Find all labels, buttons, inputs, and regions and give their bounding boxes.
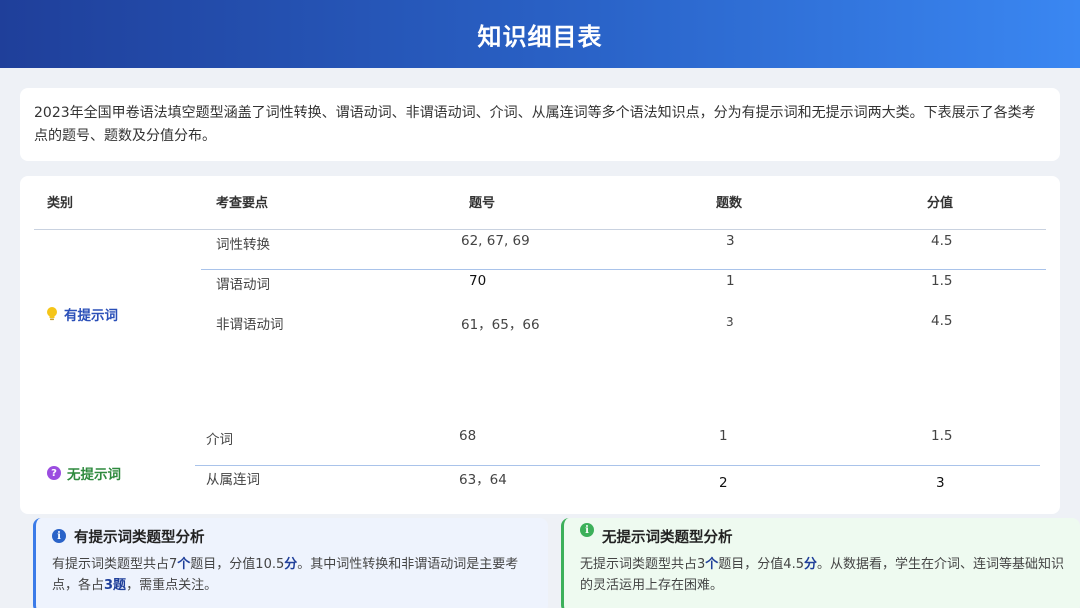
cell-count: 1 [726,273,735,289]
info-icon: i [580,523,594,537]
col-header-score: 分值 [927,196,954,211]
category-nohint-label: 无提示词 [67,467,121,483]
highlight: 3题 [104,578,127,593]
intro-text: 2023年全国甲卷语法填空题型涵盖了词性转换、谓语动词、非谓语动词、介词、从属连… [34,105,1036,144]
text: 题目，分值4.5 [718,557,804,572]
hint-analysis-card: i 有提示词类题型分析 有提示词类题型共占7个题目，分值10.5分。其中词性转换… [33,518,548,608]
cell-numbers: 63，64 [459,472,507,488]
cell-score: 1.5 [931,428,953,444]
text: 题目，分值10.5 [190,557,285,572]
cell-count: 2 [719,475,728,491]
cell-numbers: 61，65，66 [461,317,540,333]
col-header-numbers: 题号 [469,196,496,211]
info-icon: i [52,529,66,543]
nohint-analysis-title: i 无提示词类题型分析 [580,523,1064,546]
cell-count: 1 [719,428,728,444]
cell-point: 词性转换 [216,237,270,253]
cell-point: 非谓语动词 [216,317,284,333]
text: ，需重点关注。 [126,578,218,593]
category-hint: 有提示词 [46,304,118,324]
category-nohint: ? 无提示词 [47,463,121,483]
row-divider [201,269,1046,270]
cell-count: 3 [726,233,735,249]
col-header-count: 题数 [716,196,743,211]
cell-score: 4.5 [931,233,953,249]
highlight: 个 [705,557,719,572]
lightbulb-icon [46,306,58,322]
text: 无提示词类题型共占3 [580,557,706,572]
header-bar: 知识细目表 [0,0,1080,68]
question-icon: ? [47,466,61,480]
highlight: 个 [177,557,191,572]
cell-score: 1.5 [931,273,953,289]
nohint-analysis-body: 无提示词类题型共占3个题目，分值4.5分。从数据看，学生在介词、连词等基础知识的… [580,554,1064,596]
cell-count: 3 [726,315,734,329]
intro-card: 2023年全国甲卷语法填空题型涵盖了词性转换、谓语动词、非谓语动词、介词、从属连… [20,88,1060,161]
text: 有提示词类题型共占7 [52,557,178,572]
cell-numbers: 62, 67, 69 [461,233,530,249]
cell-score: 3 [936,475,945,491]
cell-numbers: 70 [469,273,487,289]
col-header-point: 考查要点 [216,196,269,211]
hint-analysis-body: 有提示词类题型共占7个题目，分值10.5分。其中词性转换和非谓语动词是主要考点，… [52,554,532,596]
highlight: 分 [803,557,817,572]
row-divider [195,465,1040,466]
knowledge-table: 类别 考查要点 题号 题数 分值 有提示词 词性转换 62, 67, 69 3 … [20,176,1060,514]
col-header-category: 类别 [47,196,74,211]
cell-point: 从属连词 [206,472,260,488]
cell-score: 4.5 [931,313,953,329]
page-title: 知识细目表 [477,22,603,51]
cell-point: 谓语动词 [216,277,270,293]
highlight: 分 [284,557,298,572]
cell-numbers: 68 [459,428,477,444]
nohint-analysis-title-text: 无提示词类题型分析 [602,529,733,546]
nohint-analysis-card: i 无提示词类题型分析 无提示词类题型共占3个题目，分值4.5分。从数据看，学生… [561,518,1080,608]
header-divider [34,229,1046,230]
hint-analysis-title: i 有提示词类题型分析 [52,526,532,546]
hint-analysis-title-text: 有提示词类题型分析 [74,529,205,546]
category-hint-label: 有提示词 [64,308,118,324]
cell-point: 介词 [206,432,233,448]
